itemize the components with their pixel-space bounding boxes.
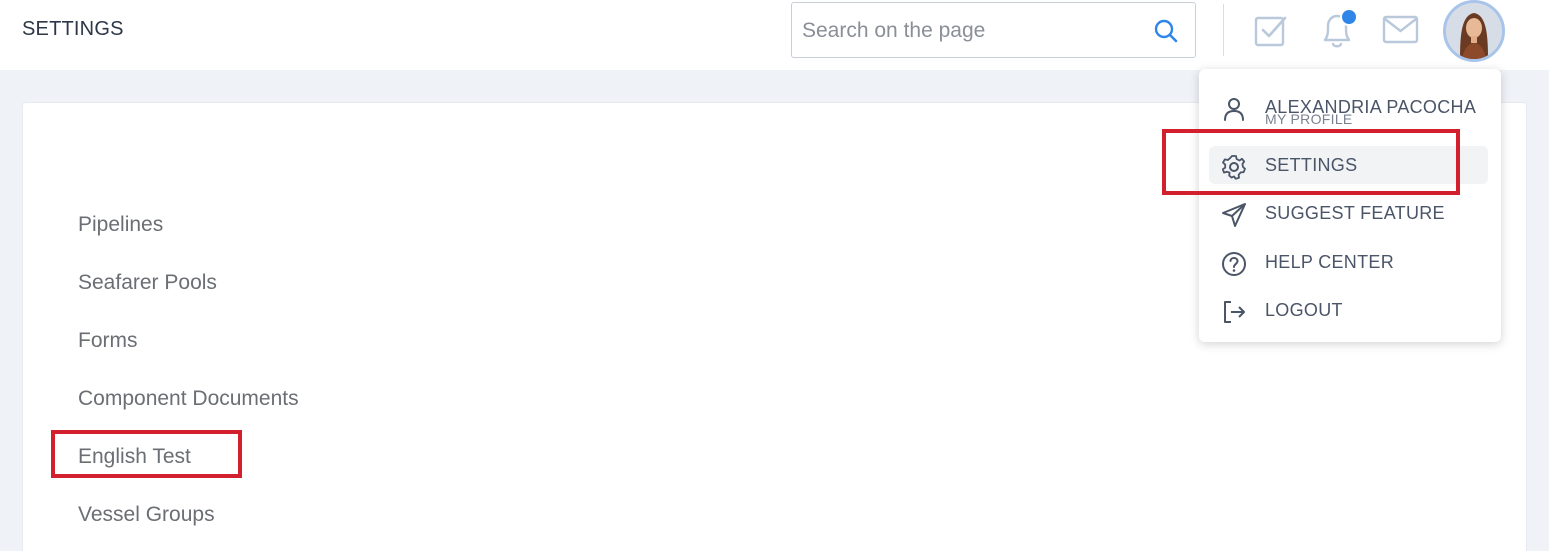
dropdown-item-suggest-feature[interactable]: SUGGEST FEATURE <box>1199 194 1501 234</box>
paper-plane-icon <box>1221 202 1247 228</box>
mail-icon[interactable] <box>1382 14 1420 51</box>
user-avatar[interactable] <box>1443 0 1505 62</box>
settings-item-seafarer-pools[interactable]: Seafarer Pools <box>78 266 299 324</box>
search-icon[interactable] <box>1153 18 1179 49</box>
task-check-icon[interactable] <box>1254 13 1288 52</box>
user-icon <box>1221 96 1247 122</box>
dropdown-item-label: HELP CENTER <box>1265 252 1395 272</box>
user-dropdown-menu: ALEXANDRIA PACOCHA MY PROFILE SETTINGS S… <box>1199 69 1501 342</box>
notification-dot <box>1340 8 1358 26</box>
top-bar: SETTINGS <box>0 0 1549 70</box>
page-title: SETTINGS <box>22 18 124 40</box>
dropdown-item-help-center[interactable]: HELP CENTER <box>1199 243 1501 283</box>
search-input[interactable] <box>802 17 1132 45</box>
highlight-english-test <box>51 430 242 478</box>
dropdown-item-label: SUGGEST FEATURE <box>1265 203 1445 223</box>
logout-icon <box>1221 299 1247 325</box>
settings-menu: Pipelines Seafarer Pools Forms Component… <box>78 208 299 551</box>
dropdown-item-label: LOGOUT <box>1265 300 1343 320</box>
toolbar-divider <box>1223 4 1224 56</box>
dropdown-item-logout[interactable]: LOGOUT <box>1199 291 1501 331</box>
my-profile-label[interactable]: MY PROFILE <box>1265 111 1353 127</box>
settings-item-pipelines[interactable]: Pipelines <box>78 208 299 266</box>
highlight-settings-menu-item <box>1162 129 1460 195</box>
settings-item-forms[interactable]: Forms <box>78 324 299 382</box>
settings-item-vessel-groups[interactable]: Vessel Groups <box>78 498 299 551</box>
question-circle-icon <box>1221 251 1247 277</box>
search-box[interactable] <box>791 2 1196 58</box>
